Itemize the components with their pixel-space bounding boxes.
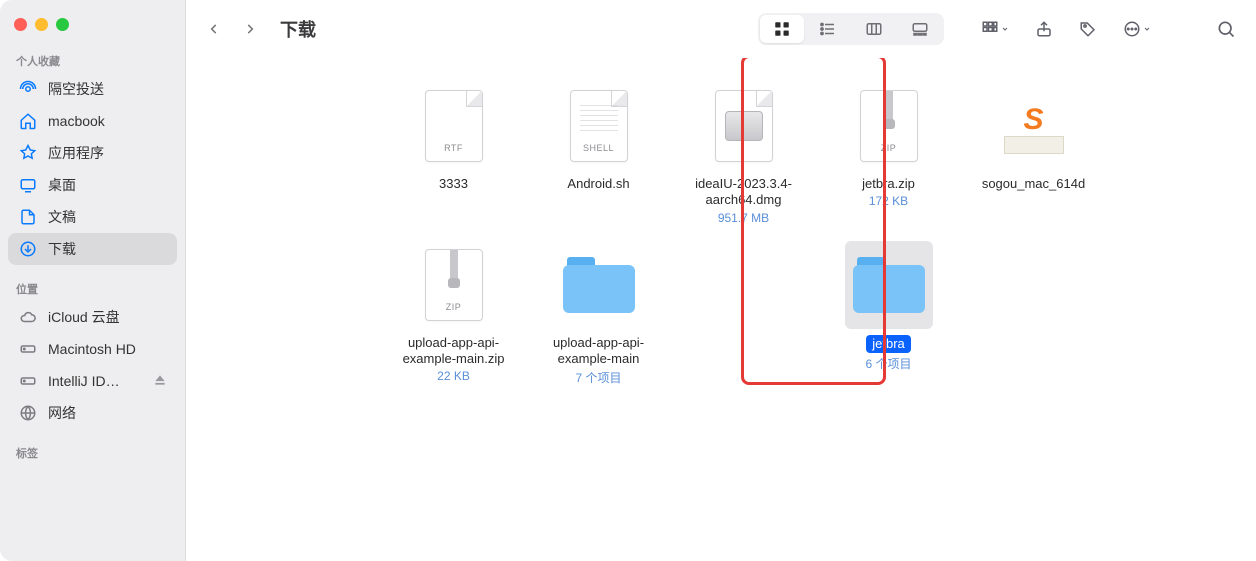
- sidebar-item-network[interactable]: 网络: [8, 397, 177, 429]
- finder-window: 个人收藏 隔空投送 macbook 应用程序 桌面 文稿: [0, 0, 1256, 561]
- file-meta: 6 个项目: [865, 355, 911, 372]
- sidebar-item-label: Macintosh HD: [48, 341, 136, 357]
- file-name: jetbra: [866, 335, 911, 353]
- tags-button[interactable]: [1076, 17, 1100, 41]
- main-pane: 下载 RTF 3333 SHELL Android.sh: [186, 0, 1256, 561]
- nav-back-button[interactable]: [198, 15, 230, 43]
- share-button[interactable]: [1032, 17, 1056, 41]
- sidebar-item-label: IntelliJ ID…: [48, 373, 120, 389]
- minimize-window-button[interactable]: [35, 18, 48, 31]
- close-window-button[interactable]: [14, 18, 27, 31]
- file-name: Android.sh: [567, 176, 629, 192]
- disk-icon: [18, 339, 38, 359]
- sidebar-item-icloud[interactable]: iCloud 云盘: [8, 301, 177, 333]
- sidebar-item-intellij-idea[interactable]: IntelliJ ID…: [8, 365, 177, 397]
- sidebar-item-airdrop[interactable]: 隔空投送: [8, 73, 177, 105]
- view-columns-button[interactable]: [852, 15, 896, 43]
- sidebar-section-locations-label: 位置: [0, 277, 185, 301]
- toolbar: 下载: [186, 0, 1256, 58]
- cloud-icon: [18, 307, 38, 327]
- window-controls: [0, 8, 185, 49]
- file-item[interactable]: S sogou_mac_614d: [961, 76, 1106, 235]
- sidebar-item-label: iCloud 云盘: [48, 307, 120, 327]
- file-item[interactable]: jetbra 6 个项目: [816, 235, 961, 397]
- sidebar-item-label: 下载: [48, 239, 76, 259]
- view-gallery-button[interactable]: [898, 15, 942, 43]
- sidebar-item-label: 隔空投送: [48, 79, 104, 99]
- eject-icon[interactable]: [153, 373, 167, 390]
- group-by-button[interactable]: [978, 17, 1012, 41]
- file-name: ideaIU-2023.3.4-aarch64.dmg: [679, 176, 809, 209]
- sidebar-item-desktop[interactable]: 桌面: [8, 169, 177, 201]
- sidebar-item-label: 网络: [48, 403, 76, 423]
- file-meta: 172 KB: [869, 194, 908, 208]
- file-item[interactable]: ZIP upload-app-api-example-main.zip 22 K…: [381, 235, 526, 397]
- file-item[interactable]: upload-app-api-example-main 7 个项目: [526, 235, 671, 397]
- sidebar-item-applications[interactable]: 应用程序: [8, 137, 177, 169]
- file-thumbnail: ZIP: [845, 82, 933, 170]
- sidebar-item-label: macbook: [48, 113, 105, 129]
- file-name: upload-app-api-example-main.zip: [389, 335, 519, 368]
- sidebar-item-label: 文稿: [48, 207, 76, 227]
- window-title: 下载: [280, 16, 316, 42]
- file-name: upload-app-api-example-main: [534, 335, 664, 368]
- desktop-icon: [18, 175, 38, 195]
- file-thumbnail: SHELL: [555, 82, 643, 170]
- sidebar-item-home[interactable]: macbook: [8, 105, 177, 137]
- file-item[interactable]: SHELL Android.sh: [526, 76, 671, 235]
- globe-icon: [18, 403, 38, 423]
- sidebar-section-tags-label: 标签: [0, 441, 185, 465]
- apps-icon: [18, 143, 38, 163]
- file-meta: 7 个项目: [575, 369, 621, 386]
- view-icons-button[interactable]: [760, 15, 804, 43]
- file-thumbnail: [700, 82, 788, 170]
- sidebar-item-macintosh-hd[interactable]: Macintosh HD: [8, 333, 177, 365]
- file-thumbnail: S: [990, 82, 1078, 170]
- file-meta: 951.7 MB: [718, 211, 769, 225]
- downloads-icon: [18, 239, 38, 259]
- airdrop-icon: [18, 79, 38, 99]
- nav-forward-button[interactable]: [234, 15, 266, 43]
- file-name: 3333: [439, 176, 468, 192]
- home-icon: [18, 111, 38, 131]
- file-thumbnail: ZIP: [410, 241, 498, 329]
- view-list-button[interactable]: [806, 15, 850, 43]
- documents-icon: [18, 207, 38, 227]
- file-thumbnail: [845, 241, 933, 329]
- sidebar-item-documents[interactable]: 文稿: [8, 201, 177, 233]
- disk-icon: [18, 371, 38, 391]
- file-name: sogou_mac_614d: [982, 176, 1085, 192]
- file-item[interactable]: ZIP jetbra.zip 172 KB: [816, 76, 961, 235]
- view-mode-switcher: [758, 13, 944, 45]
- file-item[interactable]: RTF 3333: [381, 76, 526, 235]
- file-thumbnail: [555, 241, 643, 329]
- file-item[interactable]: ideaIU-2023.3.4-aarch64.dmg 951.7 MB: [671, 76, 816, 235]
- sidebar-item-label: 应用程序: [48, 143, 104, 163]
- search-button[interactable]: [1214, 17, 1238, 41]
- action-menu-button[interactable]: [1120, 17, 1154, 41]
- fullscreen-window-button[interactable]: [56, 18, 69, 31]
- sidebar-section-favorites-label: 个人收藏: [0, 49, 185, 73]
- file-meta: 22 KB: [437, 369, 470, 383]
- file-name: jetbra.zip: [862, 176, 915, 192]
- file-grid[interactable]: RTF 3333 SHELL Android.sh ideaIU-2023.3.…: [186, 58, 1256, 561]
- sidebar: 个人收藏 隔空投送 macbook 应用程序 桌面 文稿: [0, 0, 186, 561]
- sidebar-item-label: 桌面: [48, 175, 76, 195]
- file-thumbnail: RTF: [410, 82, 498, 170]
- sidebar-item-downloads[interactable]: 下载: [8, 233, 177, 265]
